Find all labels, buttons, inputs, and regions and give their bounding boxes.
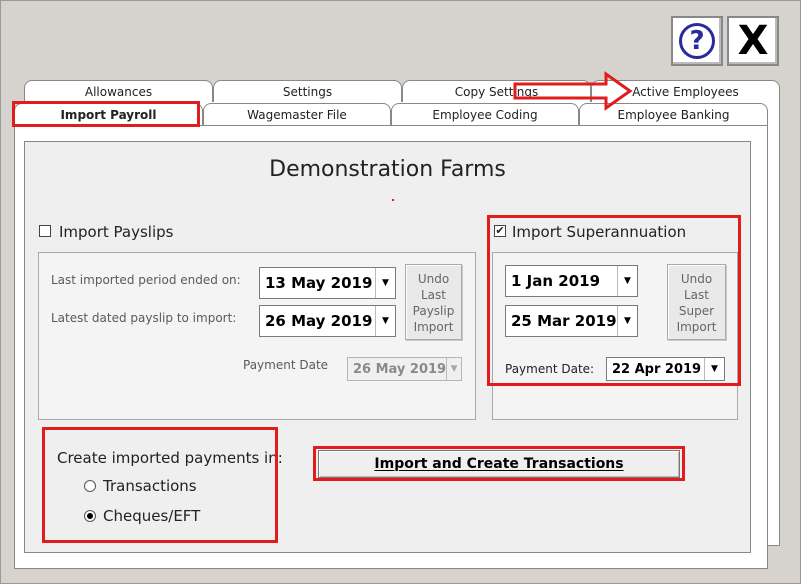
- latest-dated-combo[interactable]: 26 May 2019 ▼: [259, 305, 396, 337]
- payslip-payment-date-combo[interactable]: 26 May 2019 ▼: [347, 357, 462, 381]
- latest-dated-value: 26 May 2019: [265, 312, 373, 330]
- annotation-arrow-icon: [513, 71, 633, 111]
- annotation-create-in-box: [42, 427, 278, 543]
- chevron-down-icon[interactable]: ▼: [375, 306, 395, 336]
- close-x-icon: X: [737, 18, 769, 64]
- latest-dated-label: Latest dated payslip to import:: [51, 311, 237, 325]
- marker-dot: [392, 199, 394, 201]
- last-imported-value: 13 May 2019: [265, 274, 373, 292]
- tab-allowances[interactable]: Allowances: [24, 80, 213, 102]
- undo-payslip-import-button[interactable]: Undo Last Payslip Import: [405, 264, 462, 340]
- chevron-down-icon[interactable]: ▼: [375, 268, 395, 298]
- tab-wagemaster-file[interactable]: Wagemaster File: [203, 103, 391, 125]
- payslip-payment-date-label: Payment Date: [243, 358, 329, 372]
- last-imported-combo[interactable]: 13 May 2019 ▼: [259, 267, 396, 299]
- import-payslips-checkbox[interactable]: [39, 225, 51, 237]
- last-imported-label: Last imported period ended on:: [51, 273, 241, 287]
- help-button[interactable]: ?: [671, 16, 723, 66]
- annotation-super-box: [487, 215, 741, 386]
- tab-settings[interactable]: Settings: [213, 80, 402, 102]
- company-title: Demonstration Farms: [269, 157, 506, 182]
- question-mark-icon: ?: [679, 23, 715, 59]
- payslip-payment-date-value: 26 May 2019: [353, 361, 447, 377]
- close-button[interactable]: X: [727, 16, 779, 66]
- chevron-down-icon[interactable]: ▼: [446, 358, 461, 380]
- annotation-import-payroll-box: [12, 101, 200, 127]
- import-payslips-label: Import Payslips: [59, 223, 174, 241]
- annotation-import-button-box: [313, 446, 685, 481]
